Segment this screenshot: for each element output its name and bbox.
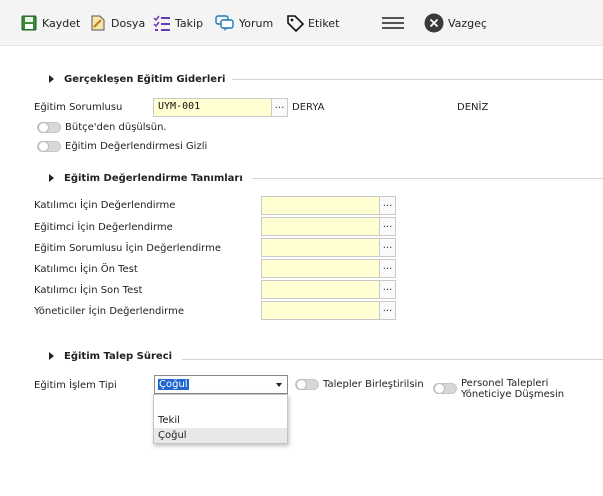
eval-row-lookup: ... — [261, 259, 396, 278]
tag-label: Etiket — [308, 16, 340, 30]
caret-right-icon — [49, 352, 54, 360]
divider — [232, 79, 603, 80]
eval-input[interactable] — [261, 259, 380, 278]
dropdown-option[interactable] — [154, 398, 287, 413]
save-button[interactable]: Kaydet — [20, 12, 80, 34]
manager-requests-label-line1: Personel Talepleri — [461, 378, 549, 389]
section-header-request[interactable]: Eğitim Talep Süreci — [22, 348, 180, 364]
save-label: Kaydet — [42, 16, 81, 30]
eval-input[interactable] — [261, 196, 380, 215]
toolbar: Kaydet Dosya Takip Yorum Etiket Vazgeç — [0, 0, 603, 46]
eval-row-lookup: ... — [261, 280, 396, 299]
follow-button[interactable]: Takip — [153, 12, 203, 34]
eval-row-lookup: ... — [261, 301, 396, 320]
file-label: Dosya — [111, 16, 146, 30]
save-icon — [21, 15, 37, 31]
eval-browse-button[interactable]: ... — [380, 196, 396, 215]
section-title: Eğitim Değerlendirme Tanımları — [64, 172, 243, 184]
hamburger-icon — [382, 17, 404, 29]
section-title: Eğitim Talep Süreci — [64, 350, 173, 362]
comment-icon — [215, 15, 234, 31]
file-button[interactable]: Dosya — [89, 12, 145, 34]
eval-row-lookup: ... — [261, 196, 396, 215]
divider — [252, 178, 603, 179]
process-type-label: Eğitim İşlem Tipi — [34, 380, 117, 391]
close-icon — [424, 13, 444, 33]
budget-toggle-label: Bütçe'den düşülsün. — [65, 122, 167, 133]
comment-label: Yorum — [239, 16, 274, 30]
divider — [182, 359, 603, 360]
eval-browse-button[interactable]: ... — [380, 280, 396, 299]
cancel-button[interactable]: Vazgeç — [424, 12, 487, 34]
eval-row-label: Katılımcı İçin Değerlendirme — [34, 200, 176, 211]
eval-row-label: Katılımcı İçin Ön Test — [34, 264, 138, 275]
eval-row-lookup: ... — [261, 238, 396, 257]
responsible-input[interactable]: UYM-001 — [153, 98, 272, 117]
eval-browse-button[interactable]: ... — [380, 238, 396, 257]
process-type-select[interactable]: Çoğul — [154, 375, 288, 394]
tag-button[interactable]: Etiket — [286, 12, 339, 34]
chevron-down-icon — [276, 383, 282, 387]
checklist-icon — [153, 15, 170, 31]
manager-requests-label: Personel Talepleri Yöneticiye Düşmesin — [461, 378, 564, 400]
process-type-dropdown: Tekil Çoğul — [153, 394, 288, 444]
cancel-label: Vazgeç — [448, 16, 487, 30]
eval-row-label: Eğitim Sorumlusu İçin Değerlendirme — [34, 243, 221, 254]
section-title: Gerçekleşen Eğitim Giderleri — [64, 73, 226, 85]
eval-browse-button[interactable]: ... — [380, 217, 396, 236]
merge-requests-label: Talepler Birleştirilsin — [323, 379, 424, 390]
manager-requests-toggle[interactable]: Personel Talepleri Yöneticiye Düşmesin — [433, 378, 564, 400]
responsible-first-name: DERYA — [292, 102, 325, 113]
budget-toggle[interactable]: Bütçe'den düşülsün. — [37, 122, 167, 133]
eval-row-lookup: ... — [261, 217, 396, 236]
manager-requests-label-line2: Yöneticiye Düşmesin — [461, 389, 565, 400]
eval-row-label: Katılımcı İçin Son Test — [34, 285, 143, 296]
responsible-browse-button[interactable]: ... — [272, 98, 288, 117]
section-header-expenses[interactable]: Gerçekleşen Eğitim Giderleri — [22, 71, 233, 87]
responsible-last-name: DENİZ — [457, 102, 489, 113]
responsible-lookup: UYM-001 ... — [153, 98, 288, 117]
responsible-label: Eğitim Sorumlusu — [34, 102, 123, 113]
caret-right-icon — [49, 75, 54, 83]
caret-right-icon — [49, 174, 54, 182]
hidden-evaluation-toggle[interactable]: Eğitim Değerlendirmesi Gizli — [37, 141, 207, 152]
eval-input[interactable] — [261, 217, 380, 236]
eval-row-label: Eğitimci İçin Değerlendirme — [34, 222, 173, 233]
follow-label: Takip — [175, 16, 204, 30]
section-header-evaluation[interactable]: Eğitim Değerlendirme Tanımları — [22, 170, 251, 186]
eval-input[interactable] — [261, 301, 380, 320]
hidden-evaluation-label: Eğitim Değerlendirmesi Gizli — [65, 141, 208, 152]
merge-requests-toggle[interactable]: Talepler Birleştirilsin — [295, 379, 424, 390]
menu-button[interactable] — [382, 12, 404, 34]
eval-browse-button[interactable]: ... — [380, 301, 396, 320]
tag-icon — [287, 15, 304, 32]
comment-button[interactable]: Yorum — [215, 12, 273, 34]
eval-input[interactable] — [261, 280, 380, 299]
dropdown-option[interactable]: Çoğul — [154, 428, 287, 443]
eval-input[interactable] — [261, 238, 380, 257]
file-icon — [91, 15, 105, 31]
process-type-value: Çoğul — [158, 379, 189, 390]
eval-row-label: Yöneticiler İçin Değerlendirme — [34, 306, 185, 317]
eval-browse-button[interactable]: ... — [380, 259, 396, 278]
dropdown-option[interactable]: Tekil — [154, 413, 287, 428]
